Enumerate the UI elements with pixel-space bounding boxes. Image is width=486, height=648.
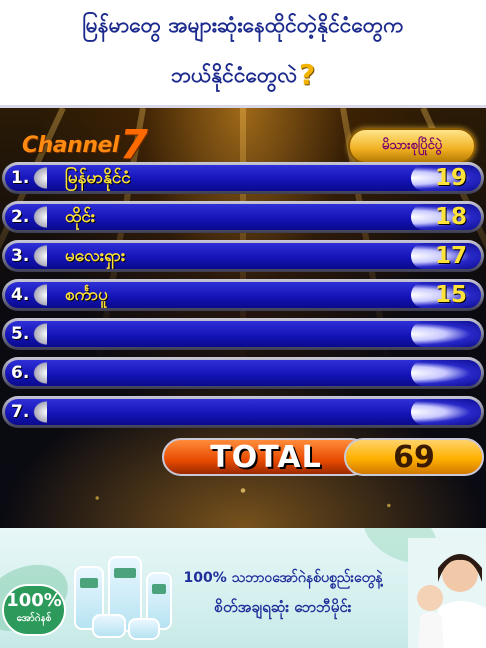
row-left-cap bbox=[31, 282, 47, 308]
question-line-2-text: ဘယ်နိုင်ငံတွေလဲ bbox=[170, 63, 298, 87]
question-line-1: မြန်မာတွေ အများဆုံးနေထိုင်တဲ့နိုင်ငံတွေက bbox=[82, 13, 404, 37]
answer-row-2: 2. ထိုင်း 18 bbox=[2, 201, 484, 233]
ad-headline: 100% သဘာဝအော်ဂဲနစ်ပစ္စည်းတွေနဲ့ bbox=[183, 570, 383, 586]
answer-row-bar: 3. မလေးရှား 17 bbox=[5, 243, 481, 269]
row-left-cap bbox=[31, 204, 47, 230]
product-label bbox=[152, 584, 166, 594]
channel-text: Channel bbox=[22, 133, 119, 158]
answer-number: 2. bbox=[11, 207, 30, 227]
answer-number: 6. bbox=[11, 363, 30, 383]
answer-row-bar: 4. စင်္ကာပူ 15 bbox=[5, 282, 481, 308]
answer-number: 5. bbox=[11, 324, 30, 344]
organic-badge: 100% အော်ဂဲနစ် bbox=[2, 584, 66, 636]
answer-text: စင်္ကာပူ bbox=[65, 285, 108, 305]
answer-number: 4. bbox=[11, 285, 30, 305]
row-left-cap bbox=[31, 165, 47, 191]
score-box bbox=[411, 399, 481, 425]
answer-text: မြန်မာနိုင်ငံ bbox=[65, 168, 131, 188]
total-value: 69 bbox=[344, 438, 484, 476]
row-left-cap bbox=[31, 321, 47, 347]
total-label: TOTAL bbox=[162, 438, 370, 476]
organic-badge-label: အော်ဂဲနစ် bbox=[16, 613, 52, 624]
answer-score: 17 bbox=[434, 243, 467, 269]
answer-number: 7. bbox=[11, 402, 30, 422]
row-left-cap bbox=[31, 360, 47, 386]
score-box bbox=[411, 321, 481, 347]
answer-row-bar: 1. မြန်မာနိုင်ငံ 19 bbox=[5, 165, 481, 191]
row-left-cap bbox=[31, 243, 47, 269]
mother-baby-photo bbox=[408, 538, 486, 648]
answer-score: 18 bbox=[434, 204, 467, 230]
score-box bbox=[411, 360, 481, 386]
answer-row-bar: 5. bbox=[5, 321, 481, 347]
answer-row-7: 7. bbox=[2, 396, 484, 428]
organic-badge-percent: 100% bbox=[6, 590, 62, 611]
answer-number: 3. bbox=[11, 246, 30, 266]
ad-banner[interactable]: 100% အော်ဂဲနစ် 100% သဘာဝအော်ဂဲနစ်ပစ္စည်း… bbox=[0, 528, 486, 648]
row-left-cap bbox=[31, 399, 47, 425]
answer-row-bar: 7. bbox=[5, 399, 481, 425]
product-label bbox=[114, 568, 136, 578]
answer-number: 1. bbox=[11, 168, 30, 188]
question-line-2: ဘယ်နိုင်ငံတွေလဲ? bbox=[0, 60, 486, 90]
show-logo: မိသားစုပြိုင်ပွဲ bbox=[348, 128, 476, 164]
answer-row-6: 6. bbox=[2, 357, 484, 389]
answer-row-1: 1. မြန်မာနိုင်ငံ 19 bbox=[2, 162, 484, 194]
answer-row-bar: 6. bbox=[5, 360, 481, 386]
product-jar-image bbox=[128, 618, 160, 640]
question-header: မြန်မာတွေ အများဆုံးနေထိုင်တဲ့နိုင်ငံတွေက… bbox=[0, 0, 486, 108]
product-label bbox=[80, 578, 98, 588]
answer-text: မလေးရှား bbox=[65, 246, 126, 266]
ad-tagline: စိတ်အချရဆုံး ဘေဘီမိုင်း bbox=[214, 598, 352, 616]
answer-score: 15 bbox=[434, 282, 467, 308]
question-mark-icon: ? bbox=[299, 58, 316, 91]
answer-text: ထိုင်း bbox=[65, 207, 96, 227]
answer-row-4: 4. စင်္ကာပူ 15 bbox=[2, 279, 484, 311]
answer-row-bar: 2. ထိုင်း 18 bbox=[5, 204, 481, 230]
answer-score: 19 bbox=[434, 165, 467, 191]
answer-row-3: 3. မလေးရှား 17 bbox=[2, 240, 484, 272]
product-jar-image bbox=[92, 614, 126, 638]
answer-row-5: 5. bbox=[2, 318, 484, 350]
